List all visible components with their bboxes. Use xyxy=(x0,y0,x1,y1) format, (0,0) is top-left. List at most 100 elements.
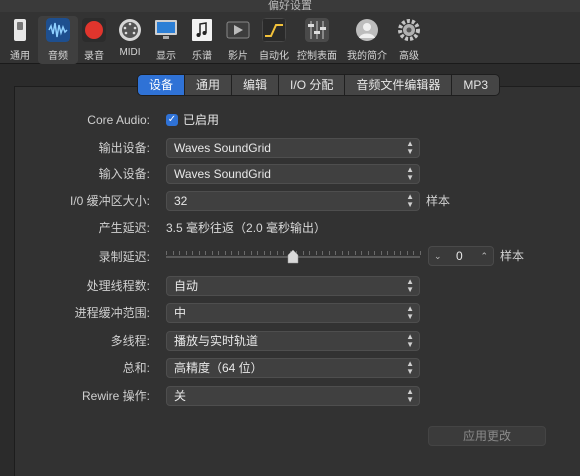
summing-value: 高精度（64 位） xyxy=(174,361,263,375)
record-delay-value: 0 xyxy=(456,249,463,263)
slider-tick xyxy=(341,251,343,255)
slider-tick xyxy=(374,251,376,255)
toolbar-advanced[interactable]: 高级 xyxy=(389,16,429,64)
process-buffer-popup[interactable]: 中 ▲ ▼ xyxy=(166,303,420,323)
buffer-size-popup[interactable]: 32 ▲ ▼ xyxy=(166,191,420,211)
slider-tick xyxy=(179,251,181,255)
chevron-up-icon[interactable]: ⌃ xyxy=(480,247,488,265)
rewire-label: Rewire 操作: xyxy=(81,389,150,403)
toolbar-label: 控制表面 xyxy=(297,51,337,62)
rewire-popup[interactable]: 关 ▲ ▼ xyxy=(166,386,420,406)
summing-label: 总和: xyxy=(122,361,150,375)
record-delay-label: 录制延迟: xyxy=(98,250,150,264)
chevron-updown-icon: ▲ ▼ xyxy=(406,165,414,182)
switch-icon xyxy=(14,19,26,41)
slider-tick xyxy=(367,251,369,255)
chevron-updown-icon: ▲ ▼ xyxy=(406,277,414,294)
buffer-size-unit: 样本 xyxy=(426,194,451,208)
midi-port-icon xyxy=(119,19,141,41)
slider-tick xyxy=(302,251,304,255)
slider-tick xyxy=(420,251,421,255)
latency-label: 产生延迟: xyxy=(98,221,150,235)
core-audio-label: Core Audio: xyxy=(87,113,150,127)
slider-tick xyxy=(348,251,350,255)
slider-tick xyxy=(322,251,324,255)
process-threads-label: 处理线程数: xyxy=(86,279,150,293)
slider-tick xyxy=(335,251,337,255)
slider-tick xyxy=(172,251,174,255)
chevron-updown-icon: ▲ ▼ xyxy=(406,332,414,349)
slider-tick xyxy=(361,251,363,255)
slider-tick xyxy=(192,251,194,255)
input-device-label: 输入设备: xyxy=(98,167,150,181)
slider-tick xyxy=(400,251,402,255)
slider-tick xyxy=(185,251,187,255)
automation-icon xyxy=(262,18,286,42)
slider-tick xyxy=(315,251,317,255)
toolbar-automation[interactable]: 自动化 xyxy=(254,16,294,64)
gear-icon xyxy=(398,19,420,41)
slider-knob[interactable] xyxy=(287,250,299,264)
input-device-value: Waves SoundGrid xyxy=(174,167,271,181)
apply-changes-button[interactable]: 应用更改 xyxy=(428,426,546,446)
process-threads-value: 自动 xyxy=(174,279,199,293)
slider-tick xyxy=(244,251,246,255)
record-icon xyxy=(82,18,106,42)
rewire-value: 关 xyxy=(174,389,187,403)
waveform-icon xyxy=(46,18,70,42)
monitor-icon xyxy=(155,20,177,39)
toolbar-label: 高级 xyxy=(399,51,419,62)
slider-tick xyxy=(231,251,233,255)
slider-tick xyxy=(406,251,408,255)
chevron-down-icon[interactable]: ⌄ xyxy=(434,247,442,265)
record-delay-unit: 样本 xyxy=(500,249,525,263)
process-buffer-label: 进程缓冲范围: xyxy=(74,306,150,320)
profile-icon xyxy=(356,19,378,41)
latency-value: 3.5 毫秒往返（2.0 毫秒输出） xyxy=(166,221,327,235)
multithread-label: 多线程: xyxy=(110,334,150,348)
chevron-updown-icon: ▲ ▼ xyxy=(406,139,414,156)
core-audio-checkbox[interactable]: ✓ xyxy=(166,114,178,126)
core-audio-checkbox-label[interactable]: 已启用 xyxy=(183,112,219,128)
tab-audio-file-editor[interactable]: 音频文件编辑器 xyxy=(345,75,453,95)
slider-tick xyxy=(237,251,239,255)
tab-bar: 设备 通用 编辑 I/O 分配 音频文件编辑器 MP3 xyxy=(137,74,501,96)
input-device-popup[interactable]: Waves SoundGrid ▲ ▼ xyxy=(166,164,420,184)
slider-tick xyxy=(276,251,278,255)
slider-tick xyxy=(413,251,415,255)
output-device-label: 输出设备: xyxy=(98,141,150,155)
slider-tick xyxy=(257,251,259,255)
slider-tick xyxy=(205,251,207,255)
buffer-size-value: 32 xyxy=(174,194,188,208)
slider-tick xyxy=(387,251,389,255)
tab-mp3[interactable]: MP3 xyxy=(452,75,499,95)
slider-tick xyxy=(283,251,285,255)
slider-tick xyxy=(270,251,272,255)
process-threads-popup[interactable]: 自动 ▲ ▼ xyxy=(166,276,420,296)
slider-tick xyxy=(166,251,167,255)
preferences-toolbar: 通用 音频 录音 MIDI 显示 乐谱 影片 自动化 控制表面 我的简介 高级 xyxy=(0,12,580,64)
record-delay-stepper[interactable]: ⌄ 0 ⌃ xyxy=(428,246,494,266)
movie-icon xyxy=(226,21,250,39)
score-icon xyxy=(192,19,212,41)
tab-editing[interactable]: 编辑 xyxy=(232,75,280,95)
toolbar-control-surfaces[interactable]: 控制表面 xyxy=(297,16,337,64)
slider-tick xyxy=(393,251,395,255)
multithread-value: 播放与实时轨道 xyxy=(174,334,259,348)
multithread-popup[interactable]: 播放与实时轨道 ▲ ▼ xyxy=(166,331,420,351)
tab-io-assignments[interactable]: I/O 分配 xyxy=(279,75,346,95)
slider-tick xyxy=(211,251,213,255)
summing-popup[interactable]: 高精度（64 位） ▲ ▼ xyxy=(166,358,420,378)
faders-icon xyxy=(305,18,329,42)
tab-devices[interactable]: 设备 xyxy=(138,75,186,95)
slider-tick xyxy=(224,251,226,255)
slider-tick xyxy=(309,251,311,255)
slider-tick xyxy=(328,251,330,255)
chevron-updown-icon: ▲ ▼ xyxy=(406,359,414,376)
output-device-value: Waves SoundGrid xyxy=(174,141,271,155)
output-device-popup[interactable]: Waves SoundGrid ▲ ▼ xyxy=(166,138,420,158)
slider-tick xyxy=(218,251,220,255)
slider-tick xyxy=(250,251,252,255)
chevron-updown-icon: ▲ ▼ xyxy=(406,387,414,404)
tab-general[interactable]: 通用 xyxy=(185,75,233,95)
